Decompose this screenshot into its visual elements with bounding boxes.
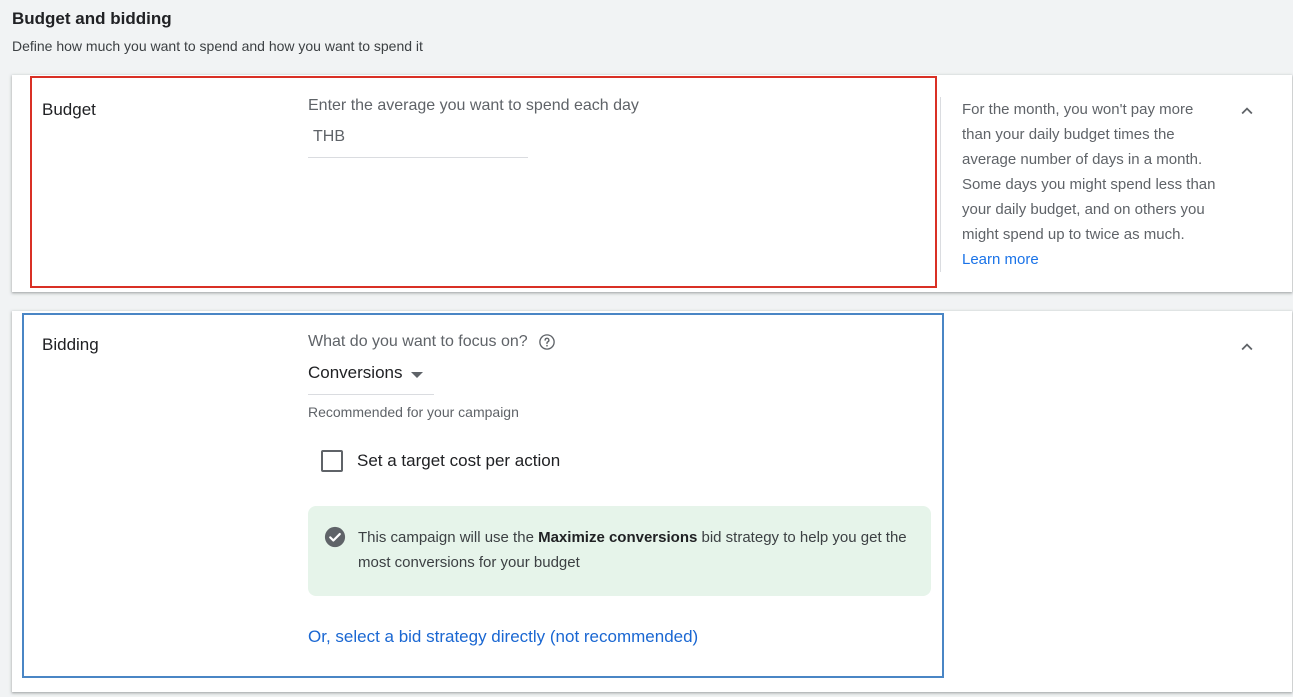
focus-dropdown-value: Conversions	[308, 363, 403, 382]
strategy-info-text: This campaign will use the Maximize conv…	[358, 525, 918, 575]
currency-prefix: THB	[313, 128, 345, 145]
select-bid-strategy-link[interactable]: Or, select a bid strategy directly (not …	[308, 627, 698, 647]
bidding-highlight-box	[22, 313, 944, 678]
focus-question: What do you want to focus on?	[308, 333, 556, 351]
budget-help-body: For the month, you won't pay more than y…	[962, 101, 1216, 243]
target-cpa-label: Set a target cost per action	[357, 451, 561, 470]
page-header: Budget and bidding Define how much you w…	[12, 8, 423, 56]
page-title: Budget and bidding	[12, 9, 172, 28]
focus-question-text: What do you want to focus on?	[308, 333, 528, 350]
budget-input[interactable]: THB	[308, 121, 528, 158]
focus-dropdown[interactable]: Conversions	[308, 359, 434, 395]
learn-more-link[interactable]: Learn more	[962, 251, 1039, 268]
budget-help-text: For the month, you won't pay more than y…	[962, 97, 1220, 272]
chevron-up-icon[interactable]	[1236, 336, 1258, 358]
help-circle-icon[interactable]	[538, 333, 556, 351]
info-bold-strategy: Maximize conversions	[538, 529, 698, 546]
recommended-note: Recommended for your campaign	[308, 404, 519, 420]
chevron-up-icon[interactable]	[1236, 100, 1258, 122]
budget-section-label: Budget	[42, 100, 96, 119]
bidding-section-label: Bidding	[42, 335, 99, 354]
target-cpa-checkbox-row[interactable]: Set a target cost per action	[321, 450, 560, 472]
budget-card: Budget Enter the average you want to spe…	[12, 75, 1292, 292]
side-divider	[940, 97, 941, 272]
bidding-card: Bidding What do you want to focus on? Co…	[12, 311, 1292, 692]
target-cpa-checkbox[interactable]	[321, 450, 343, 472]
budget-field-label: Enter the average you want to spend each…	[308, 97, 639, 114]
dropdown-arrow-icon	[410, 372, 423, 378]
page-subtitle: Define how much you want to spend and ho…	[12, 38, 423, 54]
check-circle-icon	[324, 526, 346, 548]
info-prefix: This campaign will use the	[358, 529, 539, 546]
strategy-info-box: This campaign will use the Maximize conv…	[308, 506, 931, 596]
